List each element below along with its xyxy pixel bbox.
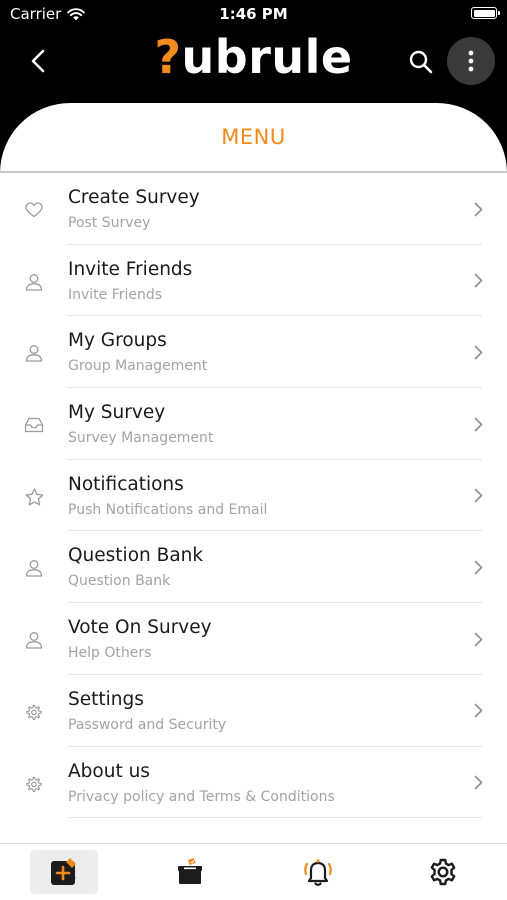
user-icon bbox=[23, 271, 45, 293]
chevron-right-icon bbox=[471, 703, 485, 719]
search-button[interactable] bbox=[404, 45, 438, 79]
new-survey-icon bbox=[51, 858, 76, 885]
user-icon bbox=[23, 557, 45, 579]
user-icon bbox=[23, 629, 45, 651]
menu-sheet: MENU Create Survey Post Survey Invite Fr… bbox=[0, 103, 507, 843]
heart-icon bbox=[23, 199, 45, 221]
status-bar: Carrier 1:46 PM bbox=[0, 0, 507, 28]
menu-item-notifications[interactable]: Notifications Push Notifications and Ema… bbox=[0, 460, 507, 532]
menu-item-title: Create Survey bbox=[68, 187, 200, 208]
menu-item-title: Invite Friends bbox=[68, 258, 193, 280]
menu-item-settings[interactable]: Settings Password and Security bbox=[0, 675, 507, 747]
search-icon bbox=[409, 50, 433, 74]
status-time: 1:46 PM bbox=[219, 5, 288, 23]
menu-item-subtitle: Invite Friends bbox=[68, 286, 163, 303]
menu-item-invite-friends[interactable]: Invite Friends Invite Friends bbox=[0, 245, 507, 317]
menu-item-question-bank[interactable]: Question Bank Question Bank bbox=[0, 531, 507, 603]
star-icon bbox=[23, 486, 45, 508]
bell-icon bbox=[304, 859, 332, 886]
ballot-box-icon bbox=[178, 858, 202, 884]
menu-item-title: Notifications bbox=[68, 473, 184, 495]
menu-item-subtitle: Push Notifications and Email bbox=[68, 501, 268, 518]
tab-bar bbox=[0, 843, 507, 900]
tab-new-survey[interactable] bbox=[30, 850, 98, 894]
menu-item-title: My Groups bbox=[68, 330, 167, 352]
chevron-right-icon bbox=[471, 416, 485, 432]
menu-item-subtitle: Group Management bbox=[68, 358, 208, 375]
tab-notifications[interactable] bbox=[284, 850, 352, 894]
menu-item-title: Question Bank bbox=[68, 545, 204, 567]
chevron-right-icon bbox=[471, 631, 485, 647]
inbox-icon bbox=[23, 414, 45, 436]
chevron-right-icon bbox=[471, 775, 485, 791]
tab-ballot[interactable] bbox=[156, 850, 224, 894]
menu-item-about-us[interactable]: About us Privacy policy and Terms & Cond… bbox=[0, 747, 507, 819]
gear-icon bbox=[430, 858, 456, 886]
menu-item-my-survey[interactable]: My Survey Survey Management bbox=[0, 388, 507, 460]
menu-item-vote-on-survey[interactable]: Vote On Survey Help Others bbox=[0, 603, 507, 675]
user-icon bbox=[23, 342, 45, 364]
menu-item-title: About us bbox=[68, 760, 150, 782]
menu-item-subtitle: Help Others bbox=[68, 645, 152, 662]
menu-item-my-groups[interactable]: My Groups Group Management bbox=[0, 316, 507, 388]
menu-item-subtitle: Survey Management bbox=[68, 430, 214, 447]
menu-item-subtitle: Password and Security bbox=[68, 716, 227, 733]
logo-text: ubrule bbox=[181, 30, 353, 84]
chevron-right-icon bbox=[471, 273, 485, 289]
chevron-right-icon bbox=[471, 344, 485, 360]
menu-item-subtitle: Privacy policy and Terms & Conditions bbox=[68, 788, 335, 805]
chevron-right-icon bbox=[471, 559, 485, 575]
menu-item-title: My Survey bbox=[68, 402, 166, 424]
menu-list: Create Survey Post Survey Invite Friends… bbox=[0, 173, 507, 818]
battery-icon bbox=[471, 7, 500, 19]
gear-icon bbox=[23, 701, 45, 723]
nav-bar: ?ubrule bbox=[0, 28, 507, 98]
menu-item-title: Settings bbox=[68, 688, 144, 710]
more-vertical-icon bbox=[468, 50, 474, 72]
gear-icon bbox=[23, 773, 45, 795]
tab-settings[interactable] bbox=[409, 850, 477, 894]
menu-item-subtitle: Question Bank bbox=[68, 573, 171, 590]
menu-title: MENU bbox=[221, 125, 286, 149]
menu-item-title: Vote On Survey bbox=[68, 617, 212, 639]
menu-item-subtitle: Post Survey bbox=[68, 215, 151, 231]
menu-item-create-survey[interactable]: Create Survey Post Survey bbox=[0, 173, 507, 245]
more-options-button[interactable] bbox=[447, 37, 495, 85]
logo-mark: ? bbox=[154, 30, 182, 84]
chevron-right-icon bbox=[471, 201, 485, 217]
chevron-right-icon bbox=[471, 488, 485, 504]
